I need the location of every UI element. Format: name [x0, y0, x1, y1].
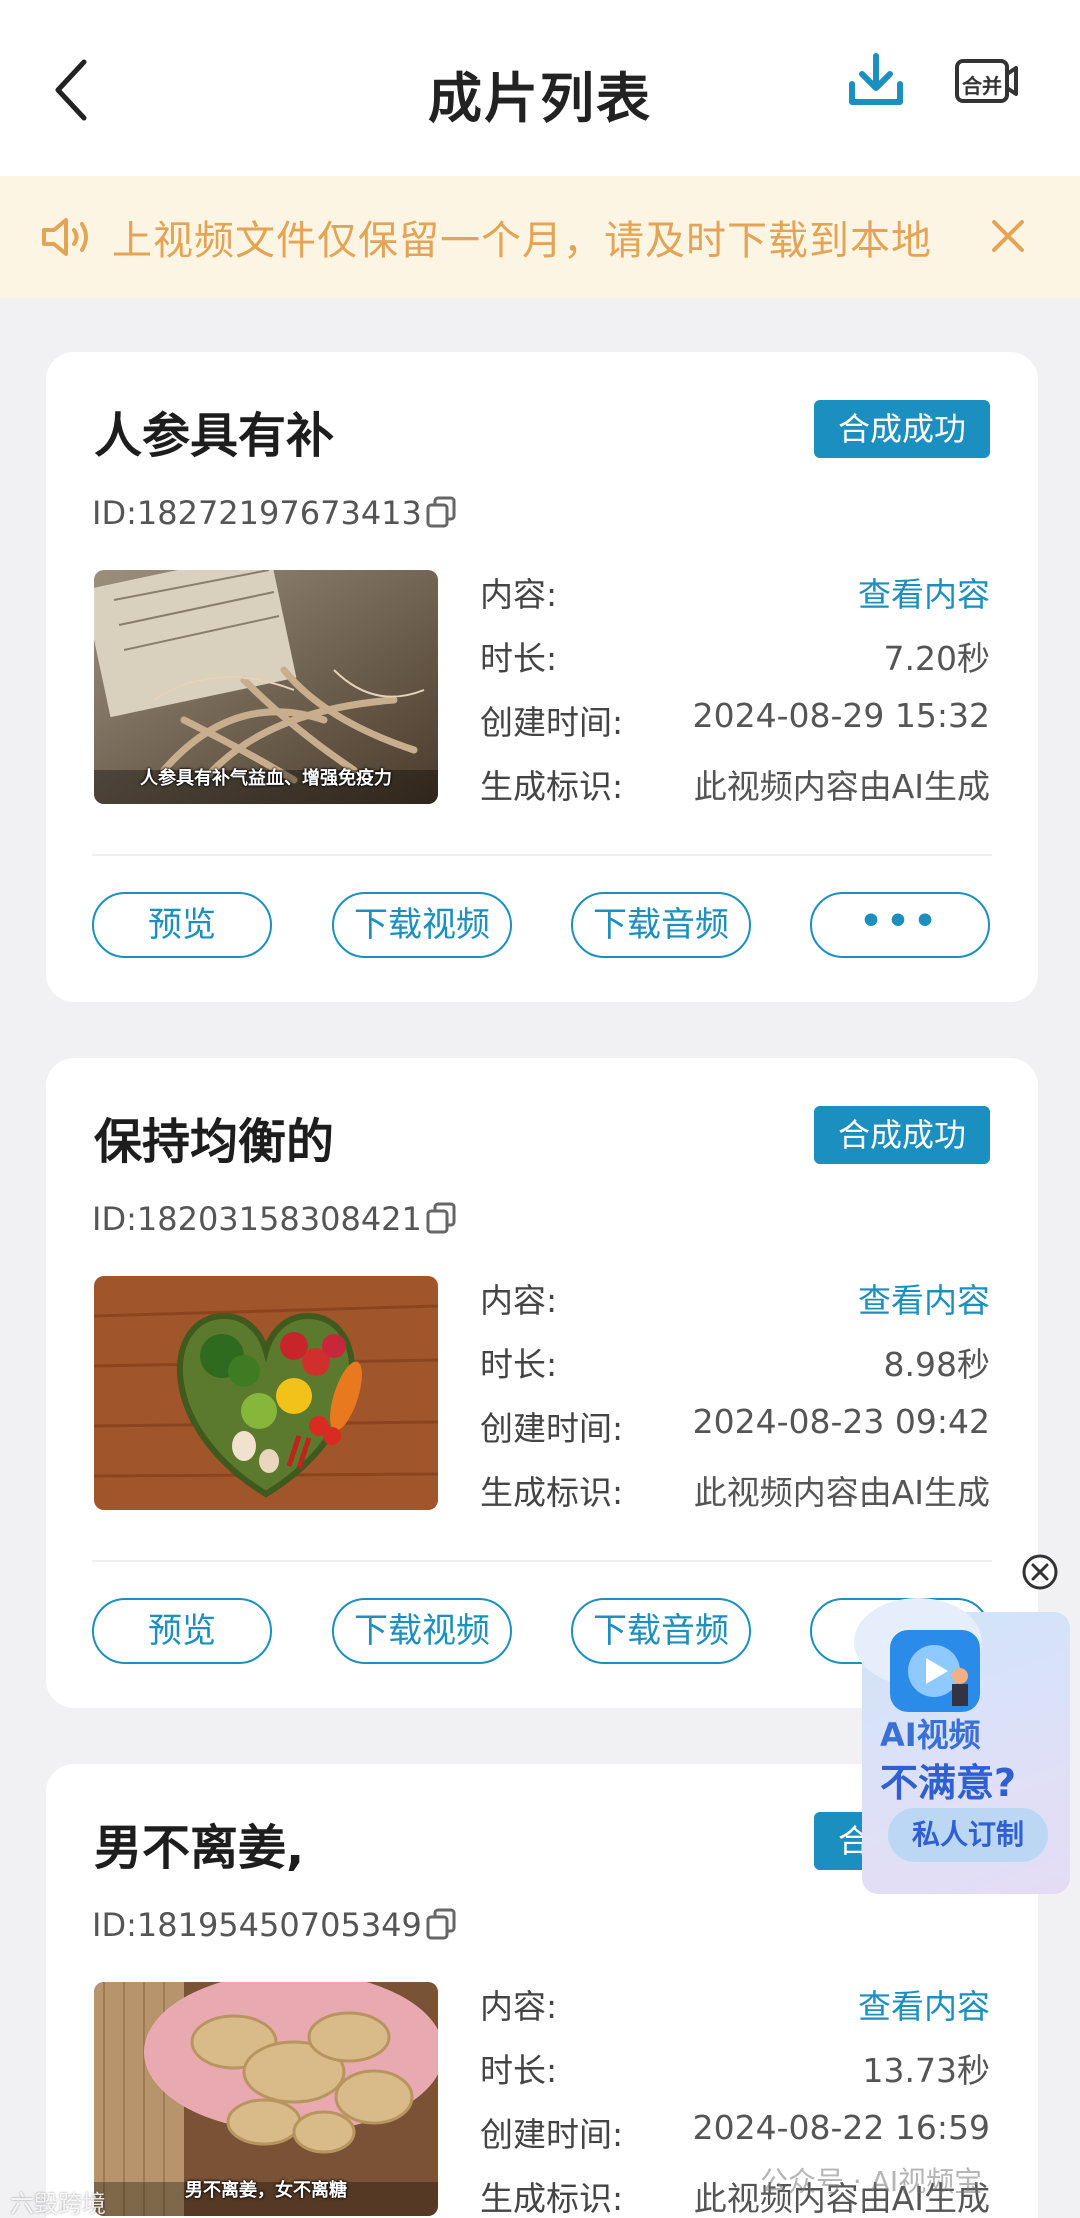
card-id: ID:18272197673413	[92, 494, 422, 532]
created-label: 创建时间:	[480, 2115, 624, 2154]
preview-button[interactable]: 预览	[92, 892, 272, 958]
speaker-icon	[42, 218, 88, 256]
card-id: ID:18203158308421	[92, 1200, 422, 1238]
watermark-right: 公众号 · AI视频宝	[760, 2165, 983, 2198]
status-badge: 合成成功	[814, 1106, 990, 1164]
duration-value: 13.73秒	[862, 2051, 990, 2090]
created-value: 2024-08-23 09:42	[692, 1402, 990, 1441]
duration-value: 7.20秒	[883, 639, 990, 678]
status-badge: 合成成功	[814, 400, 990, 458]
content-label: 内容:	[480, 575, 558, 614]
view-content-link[interactable]: 查看内容	[858, 568, 990, 616]
card-id: ID:18195450705349	[92, 1906, 422, 1944]
ai-mark-label: 生成标识:	[480, 1473, 624, 1512]
page-title: 成片列表	[428, 67, 652, 130]
custom-order-button[interactable]: 私人订制	[888, 1808, 1048, 1862]
thumbnail-caption: 男不离姜，女不离糖	[185, 2180, 347, 2201]
download-audio-button[interactable]: 下载音频	[571, 1598, 751, 1664]
download-video-button[interactable]: 下载视频	[332, 892, 512, 958]
copy-icon[interactable]	[426, 1908, 456, 1940]
download-video-button[interactable]: 下载视频	[332, 1598, 512, 1664]
video-app-logo-icon	[854, 1598, 982, 1712]
notice-bar: 上视频文件仅保留一个月，请及时下载到本地	[0, 176, 1080, 298]
ai-mark-label: 生成标识:	[480, 2179, 624, 2218]
duration-value: 8.98秒	[883, 1345, 990, 1384]
copy-icon[interactable]	[426, 1202, 456, 1234]
content-label: 内容:	[480, 1987, 558, 2026]
ai-mark-value: 此视频内容由AI生成	[693, 1473, 990, 1512]
video-thumbnail[interactable]: 人参具有补气益血、增强免疫力	[94, 570, 438, 804]
content-label: 内容:	[480, 1281, 558, 1320]
close-icon[interactable]	[1020, 1552, 1060, 1592]
close-icon[interactable]	[988, 216, 1028, 256]
promo-widget[interactable]: AI视频 不满意? 私人订制	[812, 1552, 1070, 1894]
more-button[interactable]: •••	[810, 892, 990, 958]
video-thumbnail[interactable]: 男不离姜，女不离糖	[94, 1982, 438, 2216]
header: 成片列表 合并	[0, 0, 1080, 176]
video-card: 人参具有补 合成成功 ID:18272197673413 人参具有补气益血、增强…	[46, 352, 1038, 1002]
notice-text: 上视频文件仅保留一个月，请及时下载到本地	[112, 218, 932, 264]
video-thumbnail[interactable]	[94, 1276, 438, 1510]
duration-label: 时长:	[480, 639, 558, 678]
duration-label: 时长:	[480, 1345, 558, 1384]
ai-mark-value: 此视频内容由AI生成	[693, 767, 990, 806]
promo-subtitle: 不满意?	[880, 1761, 1017, 1805]
duration-label: 时长:	[480, 2051, 558, 2090]
download-icon[interactable]	[846, 52, 906, 108]
ai-mark-label: 生成标识:	[480, 767, 624, 806]
download-audio-button[interactable]: 下载音频	[571, 892, 751, 958]
card-title: 人参具有补	[94, 408, 335, 464]
copy-icon[interactable]	[426, 496, 456, 528]
created-label: 创建时间:	[480, 1409, 624, 1448]
view-content-link[interactable]: 查看内容	[858, 1274, 990, 1322]
merge-label[interactable]: 合并	[962, 70, 1002, 99]
card-title: 保持均衡的	[94, 1114, 335, 1170]
thumbnail-caption: 人参具有补气益血、增强免疫力	[140, 768, 392, 789]
created-label: 创建时间:	[480, 703, 624, 742]
preview-button[interactable]: 预览	[92, 1598, 272, 1664]
view-content-link[interactable]: 查看内容	[858, 1980, 990, 2028]
card-title: 男不离姜,	[94, 1820, 305, 1876]
created-value: 2024-08-22 16:59	[692, 2108, 990, 2147]
divider	[92, 854, 992, 856]
watermark-left: 六毁跨境	[10, 2190, 106, 2218]
promo-title: AI视频	[880, 1716, 981, 1754]
created-value: 2024-08-29 15:32	[692, 696, 990, 735]
